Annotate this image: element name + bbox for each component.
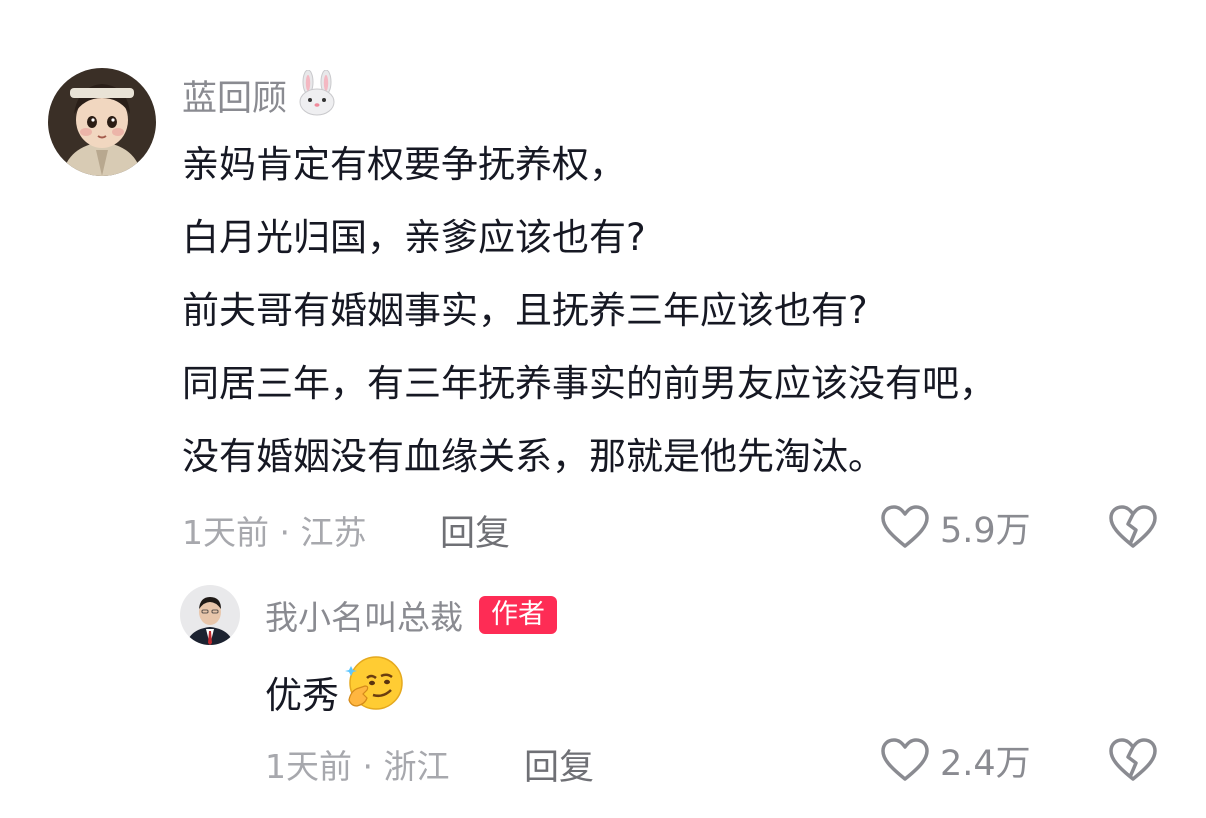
reply-name-row: 我小名叫总裁 作者 (265, 592, 557, 638)
comment-line: 没有婚姻没有血缘关系，那就是他先淘汰。 (182, 435, 885, 478)
smirking-face-icon (343, 652, 405, 738)
reply-dislike-button[interactable] (1108, 737, 1158, 783)
reply-like-count: 2.4万 (940, 743, 1031, 784)
reply-text: 优秀 (265, 673, 339, 717)
broken-heart-icon (1109, 738, 1157, 781)
reply-time-location: 1天前 · 浙江 (265, 747, 450, 786)
reply-author-name[interactable]: 我小名叫总裁 (265, 591, 463, 639)
comment-body: 亲妈肯定有权要争抚养权， 白月光归国，亲爹应该也有? 前夫哥有婚姻事实，且抚养三… (182, 128, 996, 493)
like-button[interactable]: 5.9万 (880, 502, 1031, 552)
heart-outline-icon (881, 738, 929, 781)
dislike-button[interactable] (1108, 504, 1158, 550)
broken-heart-icon (1109, 505, 1157, 548)
comment-line: 白月光归国，亲爹应该也有? (182, 216, 646, 259)
like-count: 5.9万 (940, 510, 1031, 551)
reply-button[interactable]: 回复 (440, 505, 510, 556)
rabbit-face-icon (295, 69, 339, 120)
reply-avatar[interactable] (180, 585, 240, 645)
commenter-name[interactable]: 蓝回顾 (182, 70, 287, 121)
comment-line: 前夫哥有婚姻事实，且抚养三年应该也有? (182, 289, 868, 332)
reply-reply-button[interactable]: 回复 (524, 739, 594, 790)
comment-line: 同居三年，有三年抚养事实的前男友应该没有吧， (182, 362, 996, 405)
comment-time-location: 1天前 · 江苏 (182, 513, 367, 552)
commenter-avatar[interactable] (48, 68, 156, 176)
reply-like-button[interactable]: 2.4万 (880, 735, 1031, 785)
reply-body: 优秀 (265, 652, 405, 738)
author-badge: 作者 (479, 596, 557, 634)
comment-line: 亲妈肯定有权要争抚养权， (182, 143, 626, 186)
heart-outline-icon (881, 505, 929, 548)
commenter-name-row: 蓝回顾 (182, 69, 339, 121)
